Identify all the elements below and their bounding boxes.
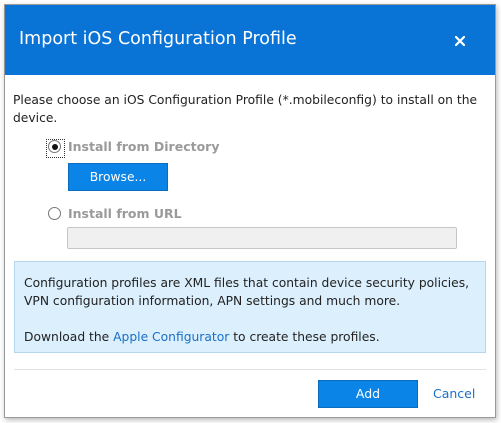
url-radio[interactable] — [48, 207, 61, 220]
url-input[interactable] — [67, 227, 457, 249]
url-radio-label: Install from URL — [68, 206, 182, 221]
intro-text: Please choose an iOS Configuration Profi… — [13, 93, 478, 125]
browse-button[interactable]: Browse... — [68, 163, 168, 191]
download-prefix: Download the — [24, 330, 114, 344]
download-text: Download the Apple Configurator to creat… — [24, 328, 380, 346]
import-profile-dialog: Import iOS Configuration Profile Please … — [4, 4, 496, 418]
apple-configurator-link[interactable]: Apple Configurator — [113, 330, 229, 344]
cancel-link[interactable]: Cancel — [433, 386, 475, 401]
dialog-header: Import iOS Configuration Profile — [5, 5, 495, 75]
directory-radio-label: Install from Directory — [68, 139, 220, 154]
dialog-title: Import iOS Configuration Profile — [19, 29, 297, 49]
info-box: Configuration profiles are XML files tha… — [14, 261, 486, 353]
focus-ring — [46, 139, 65, 158]
close-icon[interactable] — [452, 33, 468, 49]
info-text: Configuration profiles are XML files tha… — [24, 276, 470, 308]
add-button[interactable]: Add — [318, 380, 418, 408]
download-suffix: to create these profiles. — [229, 330, 380, 344]
directory-radio[interactable] — [46, 139, 65, 158]
footer-divider — [14, 369, 486, 370]
